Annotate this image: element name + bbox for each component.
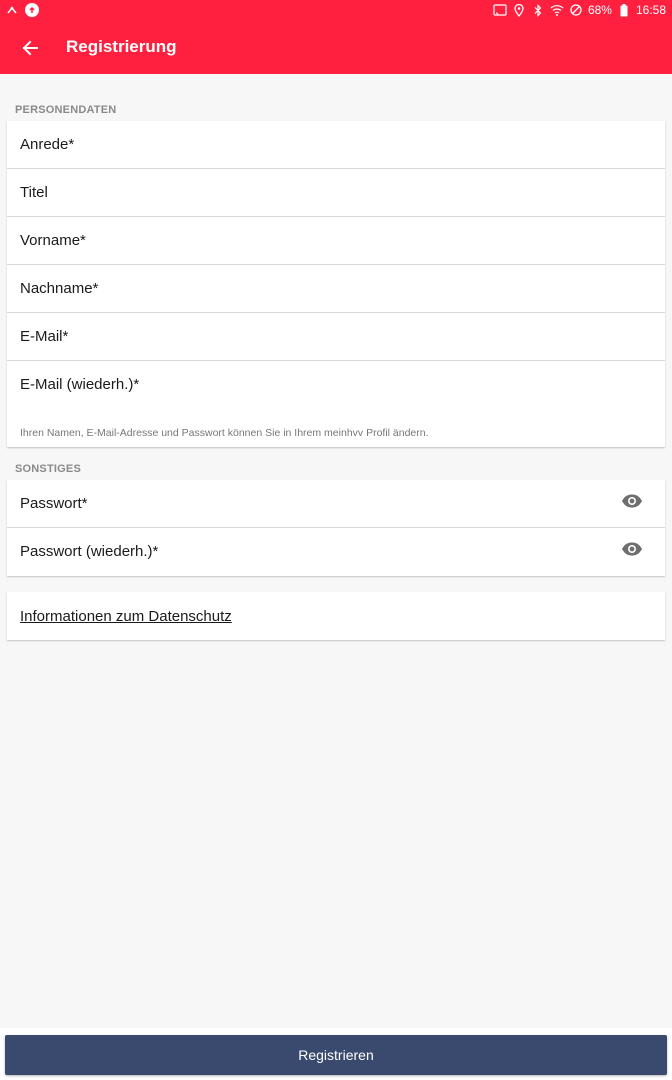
password-field[interactable]: Passwort* — [7, 480, 665, 528]
other-card: Passwort* Passwort (wiederh.)* — [7, 480, 665, 576]
field-label: E-Mail* — [20, 328, 69, 345]
arrow-left-icon — [22, 40, 38, 56]
privacy-info-link[interactable]: Informationen zum Datenschutz — [20, 608, 232, 625]
password-repeat-field[interactable]: Passwort (wiederh.)* — [7, 528, 665, 576]
privacy-card: Informationen zum Datenschutz — [7, 592, 665, 640]
field-label: Anrede* — [20, 136, 75, 153]
personal-data-card: Anrede* Titel Vorname* Nachname* E-Mail*… — [7, 121, 665, 447]
eye-icon[interactable] — [621, 541, 643, 557]
back-button[interactable] — [16, 34, 44, 62]
register-button[interactable]: Registrieren — [5, 1035, 667, 1075]
status-bar: 68% 16:58 — [0, 0, 672, 22]
eye-icon[interactable] — [621, 493, 643, 509]
field-label: Nachname* — [20, 280, 99, 297]
salutation-field[interactable]: Anrede* — [7, 121, 665, 169]
clock: 16:58 — [635, 3, 666, 17]
email-field[interactable]: E-Mail* — [7, 313, 665, 361]
section-label-personal-data: PERSONENDATEN — [15, 104, 117, 116]
profile-hint-text: Ihren Namen, E-Mail-Adresse und Passwort… — [20, 427, 429, 439]
app-bar: Registrierung — [0, 22, 672, 74]
bluetooth-icon — [531, 3, 545, 17]
first-name-field[interactable]: Vorname* — [7, 217, 665, 265]
page-title: Registrierung — [66, 37, 177, 56]
email-repeat-field[interactable]: E-Mail (wiederh.)* Ihren Namen, E-Mail-A… — [7, 361, 665, 447]
field-label: Passwort (wiederh.)* — [20, 543, 159, 560]
app-notification-icon — [25, 3, 39, 17]
field-label: Vorname* — [20, 232, 86, 249]
location-icon — [512, 3, 526, 17]
section-label-other: SONSTIGES — [15, 463, 81, 475]
battery-icon — [617, 3, 631, 17]
wifi-icon — [550, 3, 564, 17]
battery-percentage: 68% — [587, 3, 612, 17]
notification-icon — [5, 3, 19, 17]
title-field[interactable]: Titel — [7, 169, 665, 217]
field-label: Titel — [20, 184, 48, 201]
do-not-disturb-icon — [569, 3, 583, 17]
last-name-field[interactable]: Nachname* — [7, 265, 665, 313]
cast-icon — [493, 3, 507, 17]
field-label: Passwort* — [20, 495, 88, 512]
field-label: E-Mail (wiederh.)* — [20, 376, 140, 393]
